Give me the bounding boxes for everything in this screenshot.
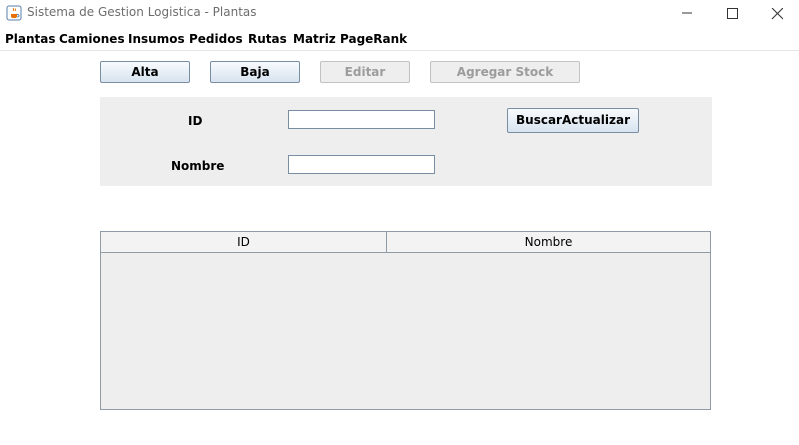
agregar-stock-button[interactable]: Agregar Stock <box>430 61 580 83</box>
menu-camiones[interactable]: Camiones <box>59 32 125 46</box>
window-title: Sistema de Gestion Logistica - Plantas <box>27 5 257 19</box>
window-titlebar: Sistema de Gestion Logistica - Plantas <box>0 0 799 28</box>
menu-plantas[interactable]: Plantas <box>5 32 56 46</box>
plantas-table: ID Nombre <box>100 231 711 410</box>
id-input[interactable] <box>288 110 435 129</box>
table-body[interactable] <box>101 253 710 409</box>
close-icon <box>771 8 783 20</box>
alta-button[interactable]: Alta <box>100 61 190 83</box>
id-label: ID <box>188 114 203 128</box>
java-cup-icon <box>6 5 22 21</box>
menu-pedidos[interactable]: Pedidos <box>189 32 243 46</box>
menu-matriz[interactable]: Matriz <box>293 32 336 46</box>
minimize-icon <box>682 12 692 14</box>
editar-button[interactable]: Editar <box>320 61 410 83</box>
menu-bar: Plantas Camiones Insumos Pedidos Rutas M… <box>0 30 799 51</box>
buscar-actualizar-button[interactable]: BuscarActualizar <box>507 108 639 133</box>
nombre-label: Nombre <box>171 159 225 173</box>
column-header-nombre[interactable]: Nombre <box>387 232 710 252</box>
table-header: ID Nombre <box>101 232 710 253</box>
close-button[interactable] <box>754 0 799 28</box>
menu-pagerank[interactable]: PageRank <box>340 32 407 46</box>
maximize-icon <box>727 8 738 19</box>
nombre-input[interactable] <box>288 155 435 174</box>
minimize-button[interactable] <box>664 0 710 28</box>
menu-rutas[interactable]: Rutas <box>248 32 287 46</box>
baja-button[interactable]: Baja <box>210 61 300 83</box>
maximize-button[interactable] <box>709 0 755 28</box>
column-header-id[interactable]: ID <box>101 232 387 252</box>
search-form-panel: ID BuscarActualizar Nombre <box>100 97 712 186</box>
menu-insumos[interactable]: Insumos <box>128 32 185 46</box>
